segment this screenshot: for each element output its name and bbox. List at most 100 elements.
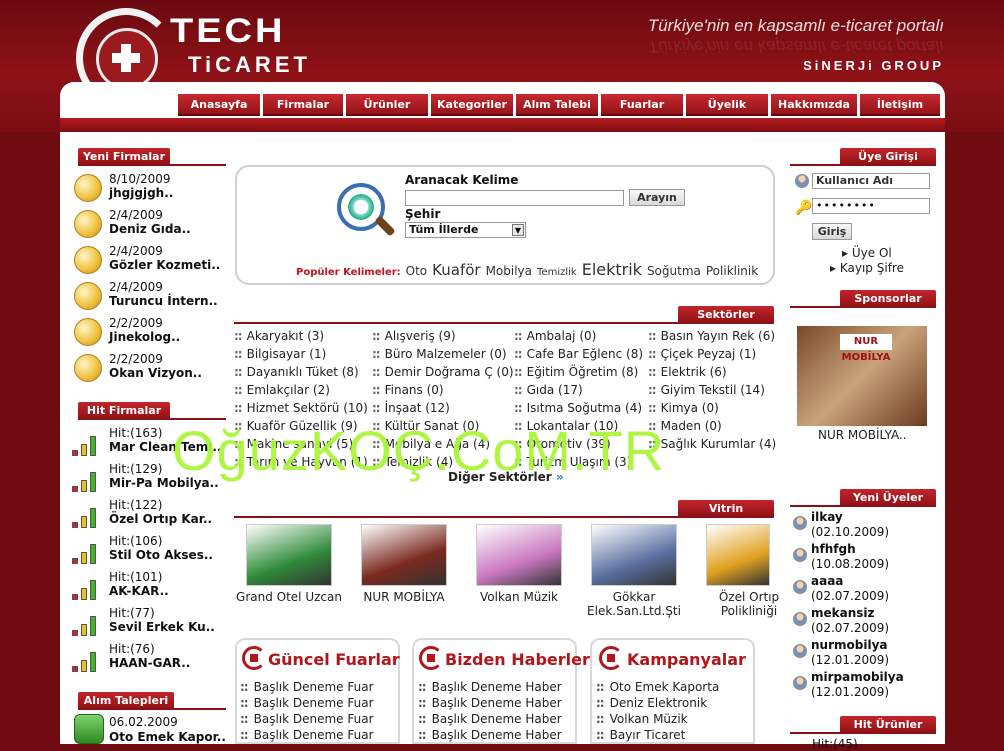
- vitrin-caption[interactable]: Volkan Müzik: [464, 590, 574, 604]
- firma-name[interactable]: Turuncu İntern..: [109, 294, 218, 308]
- logo-ticaret-text[interactable]: TiCARET: [188, 52, 311, 78]
- sektor-item[interactable]: :: Kimya (0): [648, 401, 719, 415]
- kampanyalar-item[interactable]: :: Deniz Elektronik: [596, 696, 707, 710]
- sektor-item[interactable]: :: İnşaat (12): [372, 401, 450, 415]
- logo-tech-text[interactable]: TECH: [170, 12, 285, 51]
- haberler-item[interactable]: :: Başlık Deneme Haber: [418, 680, 562, 694]
- login-button[interactable]: Giriş: [812, 223, 852, 240]
- fuarlar-item[interactable]: :: Başlık Deneme Fuar: [240, 696, 374, 710]
- sektor-item[interactable]: :: Ambalaj (0): [514, 329, 596, 343]
- register-link[interactable]: ▸ Üye Ol: [842, 246, 892, 260]
- sektor-item[interactable]: :: Finans (0): [372, 383, 444, 397]
- sektor-item[interactable]: :: Isıtma Soğutma (4): [514, 401, 642, 415]
- uye-name[interactable]: hfhfgh: [811, 542, 856, 556]
- logo-cross-icon: [112, 44, 140, 72]
- sektor-item[interactable]: :: Çiçek Peyzaj (1): [648, 347, 756, 361]
- sektor-item[interactable]: :: Dayanıklı Tüket (8): [234, 365, 359, 379]
- nav-uyelik[interactable]: Üyelik: [686, 94, 768, 116]
- sektor-item[interactable]: :: Eğitim Öğretim (8): [514, 365, 638, 379]
- vitrin-image[interactable]: [706, 524, 770, 586]
- alim-name[interactable]: Oto Emek Kapor..: [109, 730, 226, 744]
- sektor-item[interactable]: :: Hizmet Sektörü (10): [234, 401, 368, 415]
- popular-keyword[interactable]: Elektrik: [582, 260, 642, 279]
- nav-kategoriler[interactable]: Kategoriler: [431, 94, 513, 116]
- sektor-item[interactable]: :: Gıda (17): [514, 383, 583, 397]
- guncel-fuarlar-title[interactable]: Güncel Fuarlar: [268, 650, 400, 669]
- hit-firma-name[interactable]: Stil Oto Akses..: [109, 548, 213, 562]
- popular-keyword[interactable]: Soğutma: [647, 264, 701, 278]
- password-input[interactable]: ••••••••: [812, 198, 930, 214]
- nav-hakkimizda[interactable]: Hakkımızda: [771, 94, 857, 116]
- nav-alim-talebi[interactable]: Alım Talebi: [516, 94, 598, 116]
- sektor-label: Sağlık Kurumlar (4): [660, 437, 777, 451]
- sektor-item[interactable]: :: Demir Doğrama Ç (0): [372, 365, 514, 379]
- keyword-input[interactable]: [405, 190, 624, 206]
- uye-name[interactable]: nurmobilya: [811, 638, 888, 652]
- vitrin-caption[interactable]: Grand Otel Uzcan: [234, 590, 344, 604]
- sponsor-name[interactable]: NUR MOBİLYA..: [818, 428, 907, 442]
- sektor-label: Ambalaj (0): [526, 329, 597, 343]
- uye-name[interactable]: aaaa: [811, 574, 843, 588]
- fuarlar-item[interactable]: :: Başlık Deneme Fuar: [240, 680, 374, 694]
- popular-keyword[interactable]: Kuaför: [432, 261, 480, 279]
- haberler-item[interactable]: :: Başlık Deneme Haber: [418, 712, 562, 726]
- firma-name[interactable]: jhgjgjgh..: [109, 186, 173, 200]
- sektor-item[interactable]: :: Emlakçılar (2): [234, 383, 330, 397]
- city-select[interactable]: Tüm İllerde ▼: [405, 222, 526, 238]
- nav-firmalar[interactable]: Firmalar: [263, 94, 343, 116]
- username-input[interactable]: Kullanıcı Adı: [812, 173, 930, 189]
- firma-name[interactable]: Jinekolog..: [109, 330, 180, 344]
- bizden-haberler-title[interactable]: Bizden Haberler: [445, 650, 590, 669]
- kampanyalar-item[interactable]: :: Bayır Ticaret: [596, 728, 685, 742]
- haberler-item[interactable]: :: Başlık Deneme Haber: [418, 696, 562, 710]
- user-icon: [793, 612, 807, 626]
- sektor-item[interactable]: :: Elektrik (6): [648, 365, 727, 379]
- sektor-item[interactable]: :: Bilgisayar (1): [234, 347, 326, 361]
- vitrin-caption[interactable]: Özel Ortıp Polikliniği: [694, 590, 804, 618]
- sektor-label: Isıtma Soğutma (4): [526, 401, 643, 415]
- kampanyalar-title[interactable]: Kampanyalar: [627, 650, 746, 669]
- popular-keyword[interactable]: Mobilya: [486, 264, 532, 278]
- sektor-item[interactable]: :: Giyim Tekstil (14): [648, 383, 765, 397]
- forgot-password-link[interactable]: ▸ Kayıp Şifre: [830, 261, 904, 275]
- firma-name[interactable]: Okan Vizyon..: [109, 366, 202, 380]
- nav-fuarlar[interactable]: Fuarlar: [601, 94, 683, 116]
- hit-urunler-rule: [790, 732, 936, 734]
- kampanyalar-item[interactable]: :: Oto Emek Kaporta: [596, 680, 719, 694]
- nav-anasayfa[interactable]: Anasayfa: [178, 94, 260, 116]
- hit-count: Hit:(101): [109, 570, 163, 584]
- fuarlar-item[interactable]: :: Başlık Deneme Fuar: [240, 728, 374, 742]
- vitrin-caption[interactable]: Gökkar Elek.San.Ltd.Şti: [579, 590, 689, 618]
- hit-firma-name[interactable]: HAAN-GAR..: [109, 656, 190, 670]
- popular-keyword[interactable]: Poliklinik: [706, 264, 758, 278]
- sektor-item[interactable]: :: Cafe Bar Eğlenc (8): [514, 347, 643, 361]
- hit-firma-name[interactable]: AK-KAR..: [109, 584, 169, 598]
- nav-urunler[interactable]: Ürünler: [346, 94, 428, 116]
- hit-firma-name[interactable]: Özel Ortıp Kar..: [109, 512, 212, 526]
- vitrin-image[interactable]: [591, 524, 677, 586]
- sektor-item[interactable]: :: Alışveriş (9): [372, 329, 456, 343]
- vitrin-image[interactable]: [246, 524, 332, 586]
- uye-name[interactable]: mekansiz: [811, 606, 875, 620]
- vitrin-image[interactable]: [361, 524, 447, 586]
- nav-iletisim[interactable]: İletişim: [860, 94, 940, 116]
- sektor-item[interactable]: :: Büro Malzemeler (0): [372, 347, 507, 361]
- chevron-down-icon[interactable]: ▼: [512, 224, 524, 236]
- popular-keyword[interactable]: Temizlik: [537, 267, 577, 278]
- firma-name[interactable]: Deniz Gıda..: [109, 222, 191, 236]
- fuarlar-item[interactable]: :: Başlık Deneme Fuar: [240, 712, 374, 726]
- vitrin-image[interactable]: [476, 524, 562, 586]
- popular-keyword[interactable]: Oto: [406, 264, 428, 278]
- bullet-icon: ::: [596, 696, 605, 710]
- search-button[interactable]: Arayın: [629, 189, 685, 206]
- kampanyalar-item[interactable]: :: Volkan Müzik: [596, 712, 688, 726]
- hit-firma-name[interactable]: Sevil Erkek Ku..: [109, 620, 215, 634]
- haberler-item[interactable]: :: Başlık Deneme Haber: [418, 728, 562, 742]
- sektor-item[interactable]: :: Basın Yayın Rek (6): [648, 329, 775, 343]
- uye-name[interactable]: mirpamobilya: [811, 670, 904, 684]
- sektor-item[interactable]: :: Sağlık Kurumlar (4): [648, 437, 776, 451]
- uye-name[interactable]: ilkay: [811, 510, 843, 524]
- firma-name[interactable]: Gözler Kozmeti..: [109, 258, 220, 272]
- vitrin-caption[interactable]: NUR MOBİLYA: [349, 590, 459, 604]
- sektor-item[interactable]: :: Akaryakıt (3): [234, 329, 324, 343]
